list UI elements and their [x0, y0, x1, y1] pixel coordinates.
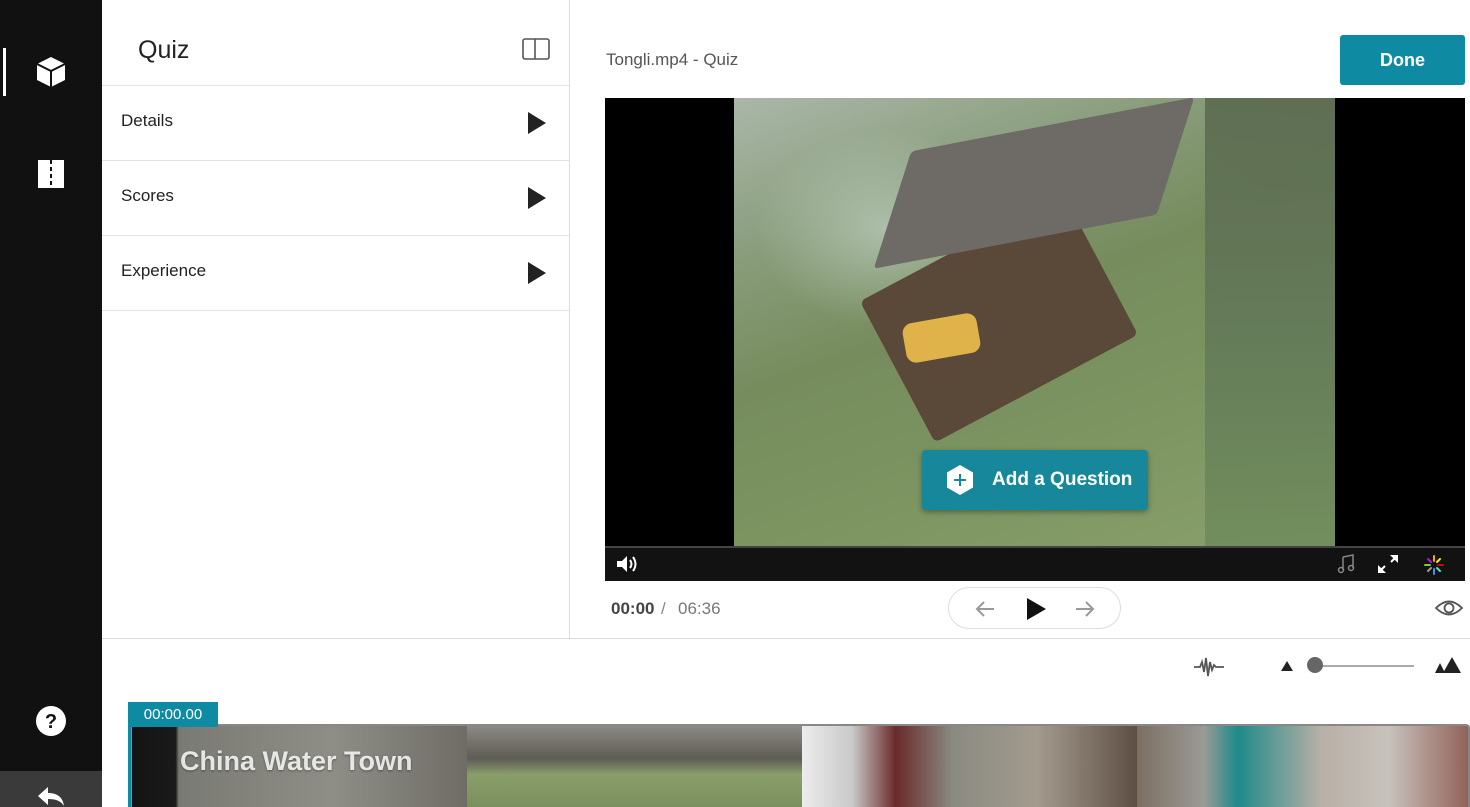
- current-time: 00:00: [611, 599, 655, 618]
- zoom-out-icon[interactable]: [1280, 660, 1294, 672]
- undo-arrow-icon: [38, 787, 64, 806]
- section-label: Scores: [121, 186, 174, 205]
- section-details[interactable]: Details: [102, 86, 569, 161]
- total-time: 06:36: [678, 599, 721, 618]
- plus-hexagon-icon: [944, 464, 976, 496]
- transport-controls: [948, 587, 1121, 629]
- panel-layout-icon[interactable]: [522, 38, 550, 60]
- fullscreen-icon[interactable]: [1377, 554, 1399, 574]
- video-canal-wall: [1205, 98, 1335, 546]
- waveform-icon[interactable]: [1193, 656, 1225, 678]
- eye-icon[interactable]: [1434, 597, 1464, 619]
- cube-icon: [36, 57, 66, 87]
- arrow-left-icon[interactable]: [973, 597, 997, 621]
- section-divider: [102, 638, 1470, 639]
- add-question-button[interactable]: Add a Question: [922, 450, 1148, 510]
- file-title: Tongli.mp4 - Quiz: [606, 50, 739, 69]
- zoom-in-icon[interactable]: [1433, 656, 1463, 674]
- progress-bar[interactable]: [605, 546, 1465, 548]
- video-player[interactable]: Add a Question: [605, 98, 1465, 581]
- add-question-label: Add a Question: [992, 469, 1133, 490]
- loading-spinner-icon: [1424, 555, 1444, 575]
- timeline-thumbnail: [802, 726, 1137, 807]
- play-icon[interactable]: [1023, 596, 1049, 622]
- expand-arrow-icon: [528, 187, 546, 209]
- rail-item-quiz[interactable]: [0, 42, 102, 102]
- timeline-playhead[interactable]: [128, 727, 131, 807]
- video-title-overlay: China Water Town: [180, 746, 413, 776]
- time-separator: /: [661, 599, 666, 618]
- expand-arrow-icon: [528, 112, 546, 134]
- player-controls-bar: [605, 546, 1465, 581]
- zoom-slider-track[interactable]: [1314, 665, 1414, 667]
- panel-header: Quiz: [102, 0, 569, 86]
- music-note-icon[interactable]: [1337, 554, 1357, 574]
- quiz-settings-panel: Quiz Details Scores Experience: [102, 0, 570, 638]
- section-label: Experience: [121, 261, 207, 280]
- timeline-strip[interactable]: China Water Town: [130, 724, 1470, 807]
- help-icon: ?: [36, 706, 66, 736]
- rail-item-help[interactable]: ?: [0, 691, 102, 751]
- panel-title: Quiz: [138, 36, 190, 64]
- svg-text:?: ?: [45, 711, 57, 733]
- expand-arrow-icon: [528, 262, 546, 284]
- arrow-right-icon[interactable]: [1073, 597, 1097, 621]
- rail-item-back[interactable]: [0, 771, 102, 807]
- section-scores[interactable]: Scores: [102, 161, 569, 236]
- timeline-thumbnail: [1137, 726, 1468, 807]
- volume-icon[interactable]: [615, 554, 639, 574]
- done-button[interactable]: Done: [1340, 35, 1465, 85]
- left-rail: ?: [0, 0, 102, 807]
- section-experience[interactable]: Experience: [102, 236, 569, 311]
- zoom-slider-thumb[interactable]: [1307, 657, 1323, 673]
- rail-item-chapters[interactable]: [0, 144, 102, 204]
- section-label: Details: [121, 111, 173, 130]
- timeline-time-marker[interactable]: 00:00.00: [128, 702, 218, 727]
- book-split-icon: [38, 160, 64, 188]
- timeline-thumbnail: [467, 726, 802, 807]
